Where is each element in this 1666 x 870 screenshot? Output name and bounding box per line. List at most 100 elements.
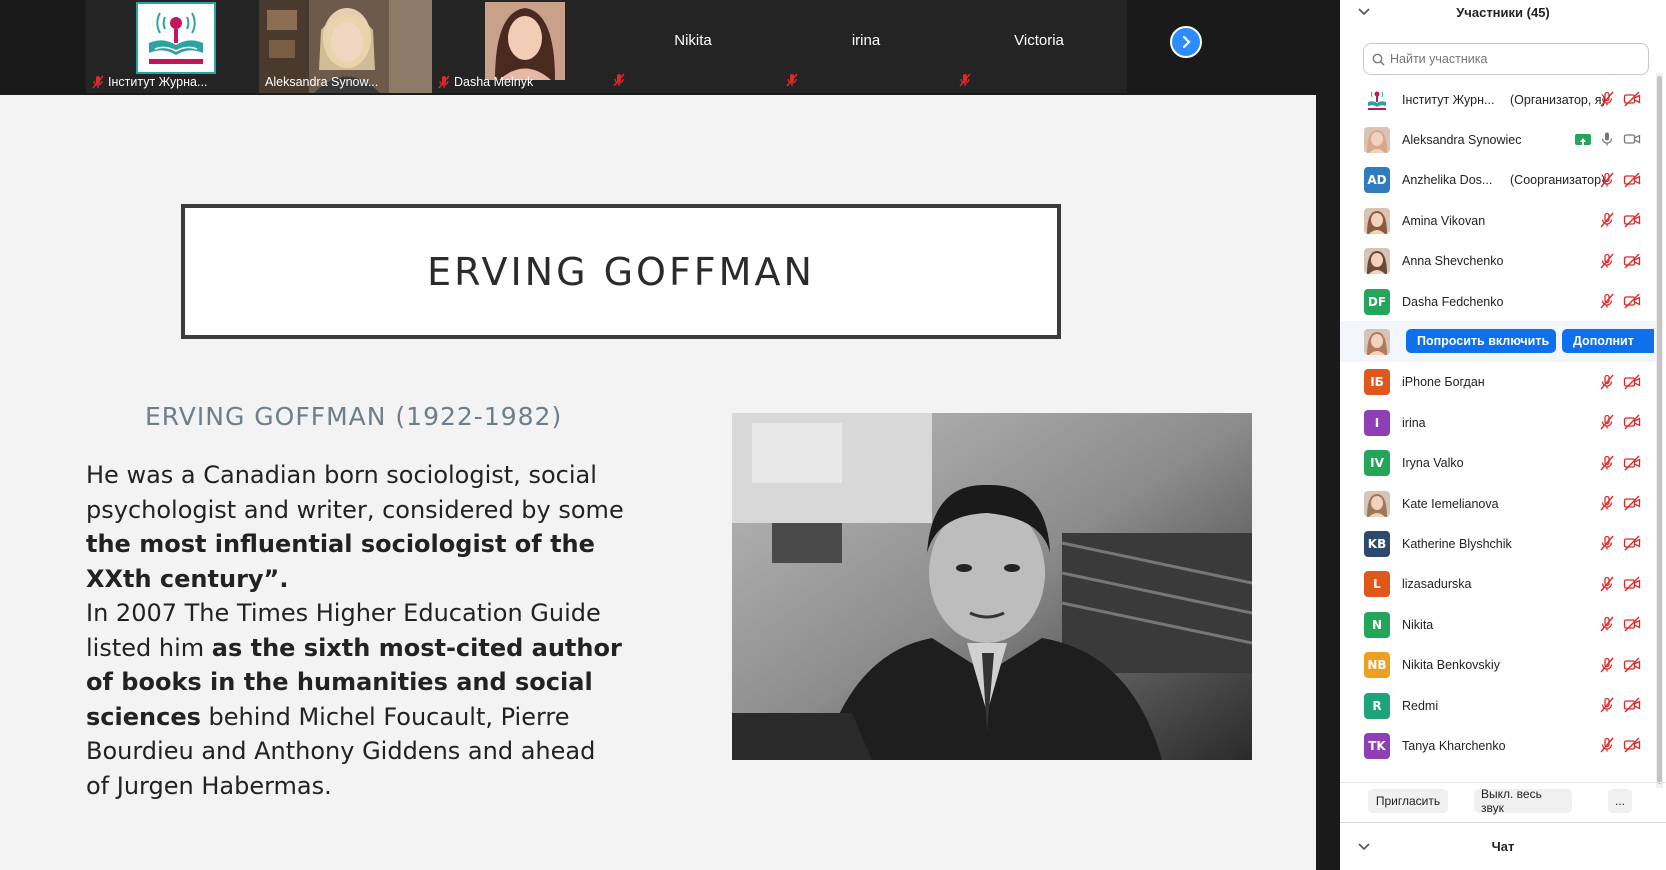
camera-off-icon[interactable] bbox=[1623, 212, 1641, 228]
participant-name: irina bbox=[1402, 415, 1426, 430]
participants-title: Участники (45) bbox=[1456, 5, 1550, 20]
mic-muted-icon[interactable] bbox=[1599, 697, 1615, 713]
participant-row[interactable]: Інститут Журн... (Организатор, я) bbox=[1340, 79, 1656, 120]
avatar-initials: NB bbox=[1364, 652, 1390, 679]
slide-subtitle: ERVING GOFFMAN (1922-1982) bbox=[145, 402, 563, 431]
participant-row[interactable]: IV Iryna Valko bbox=[1340, 443, 1656, 484]
video-tile[interactable]: Інститут Журна... bbox=[86, 0, 262, 93]
avatar-initials: IБ bbox=[1364, 369, 1390, 396]
slide-text: He was a Canadian born sociologist, soci… bbox=[86, 461, 624, 524]
chevron-right-icon bbox=[1182, 35, 1191, 49]
video-tile[interactable]: Nikita bbox=[605, 0, 781, 93]
participant-name: lizasadurska bbox=[1402, 577, 1472, 592]
chat-title: Чат bbox=[1491, 839, 1515, 854]
mic-icon[interactable] bbox=[1599, 131, 1615, 147]
video-tile-active[interactable]: Aleksandra Synow... bbox=[259, 0, 435, 93]
tile-name: irina bbox=[851, 32, 881, 49]
participant-row[interactable]: DF Dasha Fedchenko bbox=[1340, 281, 1656, 322]
participant-name: Katherine Blyshchik bbox=[1402, 536, 1512, 551]
mic-muted-icon[interactable] bbox=[1599, 212, 1615, 228]
invite-button[interactable]: Пригласить bbox=[1368, 789, 1448, 813]
participant-row[interactable]: Попросить включить Дополнит bbox=[1340, 321, 1656, 363]
participant-name: Tanya Kharchenko bbox=[1402, 738, 1506, 753]
avatar-logo bbox=[1364, 86, 1390, 113]
camera-icon[interactable] bbox=[1623, 131, 1641, 147]
participant-row[interactable]: R Redmi bbox=[1340, 685, 1656, 726]
mic-muted-icon[interactable] bbox=[1599, 293, 1615, 309]
avatar-initials: L bbox=[1364, 571, 1390, 598]
mic-muted-icon[interactable] bbox=[1599, 172, 1615, 188]
participant-row[interactable]: NB Nikita Benkovskiy bbox=[1340, 645, 1656, 686]
scrollbar-thumb[interactable] bbox=[1657, 76, 1662, 784]
mic-muted-icon[interactable] bbox=[1599, 414, 1615, 430]
participant-row[interactable]: Amina Vikovan bbox=[1340, 200, 1656, 241]
camera-off-icon[interactable] bbox=[1623, 657, 1641, 673]
mic-muted-icon[interactable] bbox=[1599, 253, 1615, 269]
avatar-initials: R bbox=[1364, 692, 1390, 719]
mute-all-button[interactable]: Выкл. весь звук bbox=[1474, 787, 1572, 815]
more-options-button[interactable]: ... bbox=[1608, 789, 1632, 813]
participant-role: (Организатор, я) bbox=[1510, 92, 1606, 107]
search-input[interactable] bbox=[1390, 52, 1630, 66]
next-page-button[interactable] bbox=[1170, 26, 1202, 58]
participant-photo bbox=[485, 2, 565, 80]
camera-off-icon[interactable] bbox=[1623, 455, 1641, 471]
mic-muted-icon[interactable] bbox=[1599, 455, 1615, 471]
participant-row[interactable]: Anna Shevchenko bbox=[1340, 241, 1656, 282]
mic-muted-icon[interactable] bbox=[1599, 576, 1615, 592]
participant-row[interactable]: Kate Iemelianova bbox=[1340, 483, 1656, 524]
participant-search[interactable] bbox=[1363, 43, 1649, 75]
participant-row[interactable]: Llizasadurska bbox=[1340, 564, 1656, 605]
shared-slide: ERVING GOFFMAN ERVING GOFFMAN (1922-1982… bbox=[0, 95, 1316, 870]
mic-muted-icon[interactable] bbox=[1599, 91, 1615, 107]
camera-off-icon[interactable] bbox=[1623, 535, 1641, 551]
more-button[interactable]: Дополнит bbox=[1562, 329, 1654, 354]
video-tile[interactable]: irina bbox=[778, 0, 954, 93]
camera-off-icon[interactable] bbox=[1623, 414, 1641, 430]
participant-name: Інститут Журн... bbox=[1402, 92, 1495, 107]
camera-off-icon[interactable] bbox=[1623, 253, 1641, 269]
mic-muted-icon[interactable] bbox=[1599, 737, 1615, 753]
camera-off-icon[interactable] bbox=[1623, 737, 1641, 753]
mic-muted-icon bbox=[786, 73, 798, 87]
participant-row[interactable]: N Nikita bbox=[1340, 604, 1656, 645]
avatar-initials: I bbox=[1364, 409, 1390, 436]
camera-off-icon[interactable] bbox=[1623, 616, 1641, 632]
mic-muted-icon[interactable] bbox=[1599, 535, 1615, 551]
ask-unmute-button[interactable]: Попросить включить bbox=[1406, 329, 1556, 354]
tile-name: Dasha Melnyk bbox=[438, 75, 533, 89]
camera-off-icon[interactable] bbox=[1623, 697, 1641, 713]
avatar-photo bbox=[1364, 248, 1390, 275]
participant-row[interactable]: TK Tanya Kharchenko bbox=[1340, 725, 1656, 766]
participant-name: Anna Shevchenko bbox=[1402, 254, 1504, 269]
participant-name: Nikita bbox=[1402, 617, 1434, 632]
participant-name: Aleksandra Synowiec bbox=[1402, 132, 1522, 147]
slide-body: He was a Canadian born sociologist, soci… bbox=[86, 458, 626, 803]
participant-row[interactable]: AD Anzhelika Dos... (Соорганизатор) bbox=[1340, 160, 1656, 201]
tile-name: Victoria bbox=[1014, 32, 1064, 49]
video-tile[interactable]: Dasha Melnyk bbox=[432, 0, 608, 93]
video-tile[interactable]: Victoria bbox=[951, 0, 1127, 93]
mic-muted-icon[interactable] bbox=[1599, 616, 1615, 632]
main-view: Інститут Журна... Aleksandra Synow... Da… bbox=[0, 0, 1340, 870]
participant-row[interactable]: Iirina bbox=[1340, 402, 1656, 443]
participant-row[interactable]: IБ iPhone Богдан bbox=[1340, 362, 1656, 403]
participants-footer: Пригласить Выкл. весь звук ... bbox=[1340, 782, 1666, 822]
avatar-initials: KB bbox=[1364, 530, 1390, 557]
camera-off-icon[interactable] bbox=[1623, 576, 1641, 592]
participant-row[interactable]: Aleksandra Synowiec bbox=[1340, 119, 1656, 160]
participant-name: Dasha Fedchenko bbox=[1402, 294, 1504, 309]
camera-off-icon[interactable] bbox=[1623, 293, 1641, 309]
mic-muted-icon[interactable] bbox=[1599, 495, 1615, 511]
participant-row[interactable]: KB Katherine Blyshchik bbox=[1340, 523, 1656, 564]
camera-off-icon[interactable] bbox=[1623, 91, 1641, 107]
participants-header: Участники (45) bbox=[1340, 0, 1666, 28]
avatar-initials: IV bbox=[1364, 450, 1390, 477]
chat-header[interactable]: Чат bbox=[1340, 822, 1666, 870]
avatar-photo bbox=[1364, 126, 1390, 153]
mic-muted-icon[interactable] bbox=[1599, 374, 1615, 390]
camera-off-icon[interactable] bbox=[1623, 374, 1641, 390]
mic-muted-icon[interactable] bbox=[1599, 657, 1615, 673]
camera-off-icon[interactable] bbox=[1623, 495, 1641, 511]
camera-off-icon[interactable] bbox=[1623, 172, 1641, 188]
